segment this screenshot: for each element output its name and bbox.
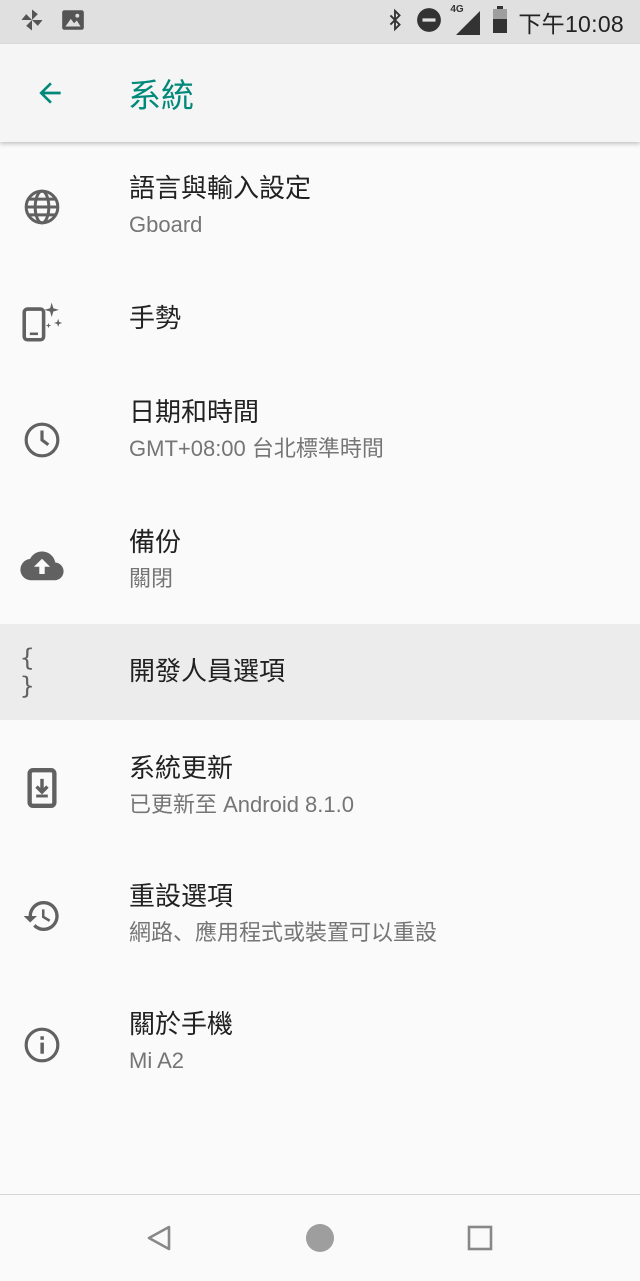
setting-date-time[interactable]: 日期和時間 GMT+08:00 台北標準時間 — [0, 372, 640, 498]
back-triangle-icon — [147, 1225, 171, 1251]
setting-title: 備份 — [129, 528, 182, 558]
pinwheel-icon — [18, 6, 46, 38]
setting-developer-options[interactable]: { } 開發人員選項 — [0, 624, 640, 720]
nav-recents-button[interactable] — [457, 1215, 503, 1261]
globe-icon — [20, 185, 64, 229]
cloud-upload-icon — [20, 543, 64, 587]
restore-icon — [20, 894, 64, 938]
setting-system-update[interactable]: 系統更新 已更新至 Android 8.1.0 — [0, 720, 640, 850]
arrow-back-icon — [39, 82, 61, 104]
network-type-label: 4G — [450, 4, 464, 15]
app-bar: 系統 — [0, 44, 640, 142]
nav-home-button[interactable] — [297, 1215, 343, 1261]
setting-title: 重設選項 — [129, 882, 234, 912]
recents-square-icon — [467, 1225, 493, 1251]
settings-list: 語言與輸入設定 Gboard 手勢 日期和時間 GMT+08:00 台北標準時間… — [0, 142, 640, 1108]
signal-4g-icon: 4G — [450, 4, 482, 36]
info-icon — [20, 1023, 64, 1067]
status-time: 下午10:08 — [518, 11, 624, 37]
nav-back-button[interactable] — [136, 1215, 182, 1261]
setting-summary: 網路、應用程式或裝置可以重設 — [129, 920, 438, 945]
gesture-phone-icon — [20, 300, 64, 344]
braces-icon: { } — [20, 644, 64, 700]
setting-about-phone[interactable]: 關於手機 Mi A2 — [0, 978, 640, 1108]
bluetooth-icon — [384, 6, 406, 38]
setting-language-input[interactable]: 語言與輸入設定 Gboard — [0, 142, 640, 272]
setting-summary: 關閉 — [129, 566, 174, 591]
setting-reset-options[interactable]: 重設選項 網路、應用程式或裝置可以重設 — [0, 850, 640, 978]
status-bar: 4G 下午10:08 — [0, 0, 640, 44]
setting-title: 關於手機 — [129, 1010, 234, 1040]
setting-summary: 已更新至 Android 8.1.0 — [129, 792, 354, 817]
page-title: 系統 — [128, 76, 194, 115]
do-not-disturb-icon — [416, 7, 442, 37]
navigation-bar — [0, 1194, 640, 1281]
setting-title: 語言與輸入設定 — [129, 174, 312, 204]
system-update-icon — [20, 766, 64, 810]
setting-title: 日期和時間 — [129, 398, 260, 428]
setting-summary: GMT+08:00 台北標準時間 — [129, 436, 384, 461]
setting-title: 系統更新 — [129, 754, 234, 784]
battery-icon — [492, 6, 508, 38]
braces-glyph: { } — [20, 644, 37, 700]
setting-gestures[interactable]: 手勢 — [0, 272, 640, 372]
setting-title: 開發人員選項 — [129, 657, 286, 687]
back-button[interactable] — [24, 67, 76, 119]
setting-title: 手勢 — [129, 304, 182, 334]
clock-icon — [20, 418, 64, 462]
image-icon — [60, 7, 86, 37]
setting-summary: Mi A2 — [129, 1048, 185, 1073]
home-circle-icon — [306, 1224, 334, 1252]
setting-backup[interactable]: 備份 關閉 — [0, 498, 640, 624]
setting-summary: Gboard — [129, 212, 203, 237]
